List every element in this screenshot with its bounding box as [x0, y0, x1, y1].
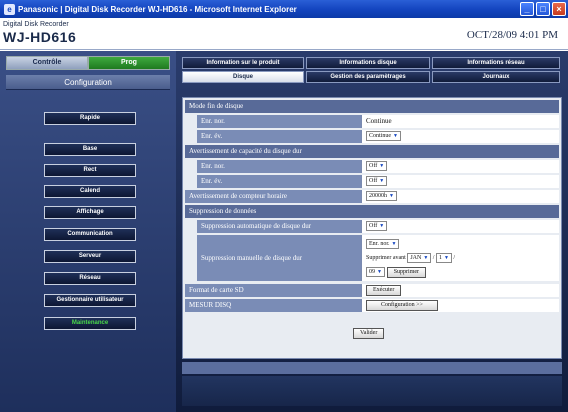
content-panel: Information sur le produit Informations … — [176, 51, 568, 412]
menu-reseau-button[interactable]: Réseau — [44, 272, 136, 285]
maximize-icon[interactable]: □ — [536, 2, 550, 16]
window-controls: _ □ × — [520, 2, 566, 16]
supprimer-avant-label: Supprimer avant — [366, 255, 406, 261]
footer-bar — [182, 362, 562, 374]
chevron-down-icon: ▼ — [389, 194, 394, 200]
tab-gestion-parametrages[interactable]: Gestion des paramètrages — [306, 71, 430, 83]
enr-nor-2-select[interactable]: Off ▼ — [366, 161, 388, 172]
section-mode-fin-disque: Mode fin de disque — [185, 100, 559, 113]
menu-communication-button[interactable]: Communication — [44, 228, 136, 241]
menu-affichage-button[interactable]: Affichage — [44, 206, 136, 219]
suppression-auto-cell: Off ▼ — [361, 220, 559, 233]
compteur-horaire-cell: 20000h ▼ — [361, 190, 559, 203]
tab-informations-disque[interactable]: Informations disque — [306, 57, 430, 69]
validate-wrapper: Valider — [353, 324, 385, 342]
menu-maintenance-button[interactable]: Maintenance — [44, 317, 136, 330]
year-value: 09 — [369, 269, 375, 276]
internet-explorer-icon: e — [4, 3, 15, 15]
minimize-icon[interactable]: _ — [520, 2, 534, 16]
enr-nor-2-cell: Off ▼ — [361, 160, 559, 173]
chevron-down-icon: ▼ — [377, 270, 382, 276]
suppression-manuelle-type-value: Enr. nor. — [369, 241, 390, 248]
section-avertissement-capacite: Avertissement de capacité du disque dur — [185, 145, 559, 158]
enr-ev-select[interactable]: Continue ▼ — [366, 131, 401, 142]
supprimer-button[interactable]: Supprimer — [386, 266, 427, 278]
tab-prog[interactable]: Prog — [88, 56, 170, 70]
left-nav-panel: Contrôle Prog Configuration Rapide Base … — [0, 51, 176, 412]
compteur-horaire-select[interactable]: 20000h ▼ — [366, 191, 397, 202]
tab-journaux[interactable]: Journaux — [432, 71, 560, 83]
mesur-disq-cell: Configuration >> — [361, 299, 559, 312]
chevron-down-icon: ▼ — [379, 179, 385, 185]
suppression-manuelle-type-select[interactable]: Enr. nor. ▼ — [366, 239, 400, 250]
model-name: WJ-HD616 — [3, 29, 77, 45]
day-select[interactable]: 1 ▼ — [435, 252, 452, 263]
executer-button[interactable]: Exécuter — [366, 284, 402, 296]
configuration-title: Configuration — [6, 75, 170, 90]
year-select[interactable]: 09 ▼ — [366, 267, 385, 278]
chevron-down-icon: ▼ — [393, 134, 398, 140]
menu-rect-button[interactable]: Rect — [44, 164, 136, 177]
menu-calend-button[interactable]: Calend — [44, 185, 136, 198]
menu-gestionnaire-utilisateur-button[interactable]: Gestionnaire utilisateur — [44, 294, 136, 307]
tab-disque[interactable]: Disque — [182, 71, 304, 83]
enr-ev-2-select[interactable]: Off ▼ — [366, 176, 388, 187]
compteur-horaire-select-value: 20000h — [369, 193, 387, 200]
disk-settings-form: Mode fin de disque Enr. nor. Continue En… — [182, 97, 562, 359]
section-suppression-donnees: Suppression de données — [185, 205, 559, 218]
menu-serveur-button[interactable]: Serveur — [44, 250, 136, 263]
configuration-button[interactable]: Configuration >> — [366, 299, 438, 311]
enr-ev-2-cell: Off ▼ — [361, 175, 559, 188]
tab-information-produit[interactable]: Information sur le produit — [182, 57, 304, 69]
chevron-down-icon: ▼ — [423, 255, 429, 261]
suppression-auto-select-value: Off — [369, 223, 378, 230]
month-select[interactable]: JAN ▼ — [407, 252, 432, 263]
enr-nor-2-select-value: Off — [369, 163, 378, 170]
suppression-auto-select[interactable]: Off ▼ — [366, 221, 388, 232]
datetime-display: OCT/28/09 4:01 PM — [466, 29, 558, 41]
suppression-manuelle-cell: Enr. nor. ▼ Supprimer avant JAN ▼ / 1 ▼ / 0… — [361, 235, 559, 281]
footer-area — [182, 376, 562, 406]
mode-tabs: Contrôle Prog — [6, 56, 170, 70]
tab-row-2: Disque Gestion des paramètrages Journaux — [182, 71, 560, 83]
tab-informations-reseau[interactable]: Informations réseau — [432, 57, 560, 69]
menu-rapide-button[interactable]: Rapide — [44, 112, 136, 125]
window-title: Panasonic | Digital Disk Recorder WJ-HD6… — [18, 4, 297, 14]
window-titlebar: e Panasonic | Digital Disk Recorder WJ-H… — [0, 0, 568, 18]
product-header: Digital Disk Recorder WJ-HD616 OCT/28/09… — [0, 18, 568, 50]
menu-base-button[interactable]: Base — [44, 143, 136, 156]
close-icon[interactable]: × — [552, 2, 566, 16]
enr-ev-2-select-value: Off — [369, 178, 378, 185]
tab-controle[interactable]: Contrôle — [6, 56, 88, 70]
valider-button[interactable]: Valider — [353, 327, 385, 339]
chevron-down-icon: ▼ — [379, 164, 385, 170]
day-value: 1 — [438, 254, 442, 261]
brand-subtitle: Digital Disk Recorder — [3, 21, 69, 28]
chevron-down-icon: ▼ — [443, 255, 449, 261]
value-enr-nor: Continue — [361, 115, 559, 128]
enr-ev-cell: Continue ▼ — [361, 130, 559, 143]
chevron-down-icon: ▼ — [379, 224, 385, 230]
month-value: JAN — [410, 254, 422, 261]
chevron-down-icon: ▼ — [391, 242, 397, 248]
enr-ev-select-value: Continue — [369, 133, 391, 140]
format-sd-cell: Exécuter — [361, 284, 559, 297]
tab-row-1: Information sur le produit Informations … — [182, 57, 560, 69]
